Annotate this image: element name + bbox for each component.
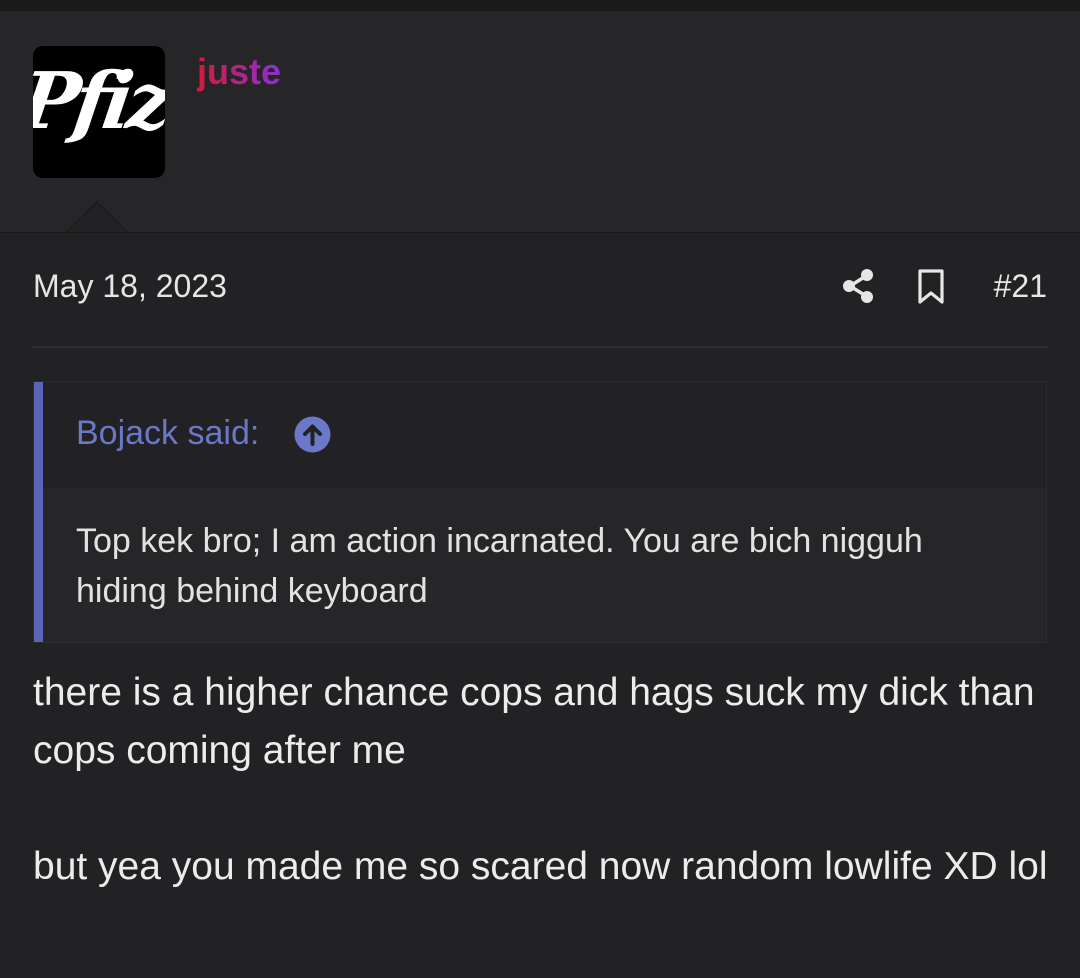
post-paragraph: there is a higher chance cops and hags s… [33, 671, 1035, 772]
share-icon[interactable] [841, 268, 875, 304]
quote-text: Top kek bro; I am action incarnated. You… [76, 522, 923, 610]
post-meta-row: May 18, 2023 #21 [33, 262, 1047, 312]
quote-block: Bojack said: Top kek bro; I am action in… [33, 381, 1047, 643]
user-header: Pfizer juste [0, 11, 1080, 233]
divider [33, 346, 1047, 348]
quote-header: Bojack said: [43, 382, 1046, 488]
quote-accent-bar [34, 382, 43, 642]
top-strip [0, 0, 1080, 11]
username[interactable]: juste [197, 51, 281, 93]
arrow-circle-up-icon[interactable] [294, 416, 331, 453]
post-paragraph: but yea you made me so scared now random… [33, 845, 1048, 888]
post-body: there is a higher chance cops and hags s… [33, 664, 1063, 896]
quote-author-link[interactable]: Bojack said: [76, 414, 259, 453]
header-pointer [67, 203, 127, 232]
avatar-logo-text: Pfizer [33, 56, 165, 147]
post-number-link[interactable]: #21 [994, 268, 1047, 305]
avatar[interactable]: Pfizer [33, 46, 165, 178]
bookmark-icon[interactable] [917, 269, 945, 305]
post-date[interactable]: May 18, 2023 [33, 268, 227, 305]
post-page: Pfizer juste May 18, 2023 #21 Bojack sai… [0, 0, 1080, 978]
